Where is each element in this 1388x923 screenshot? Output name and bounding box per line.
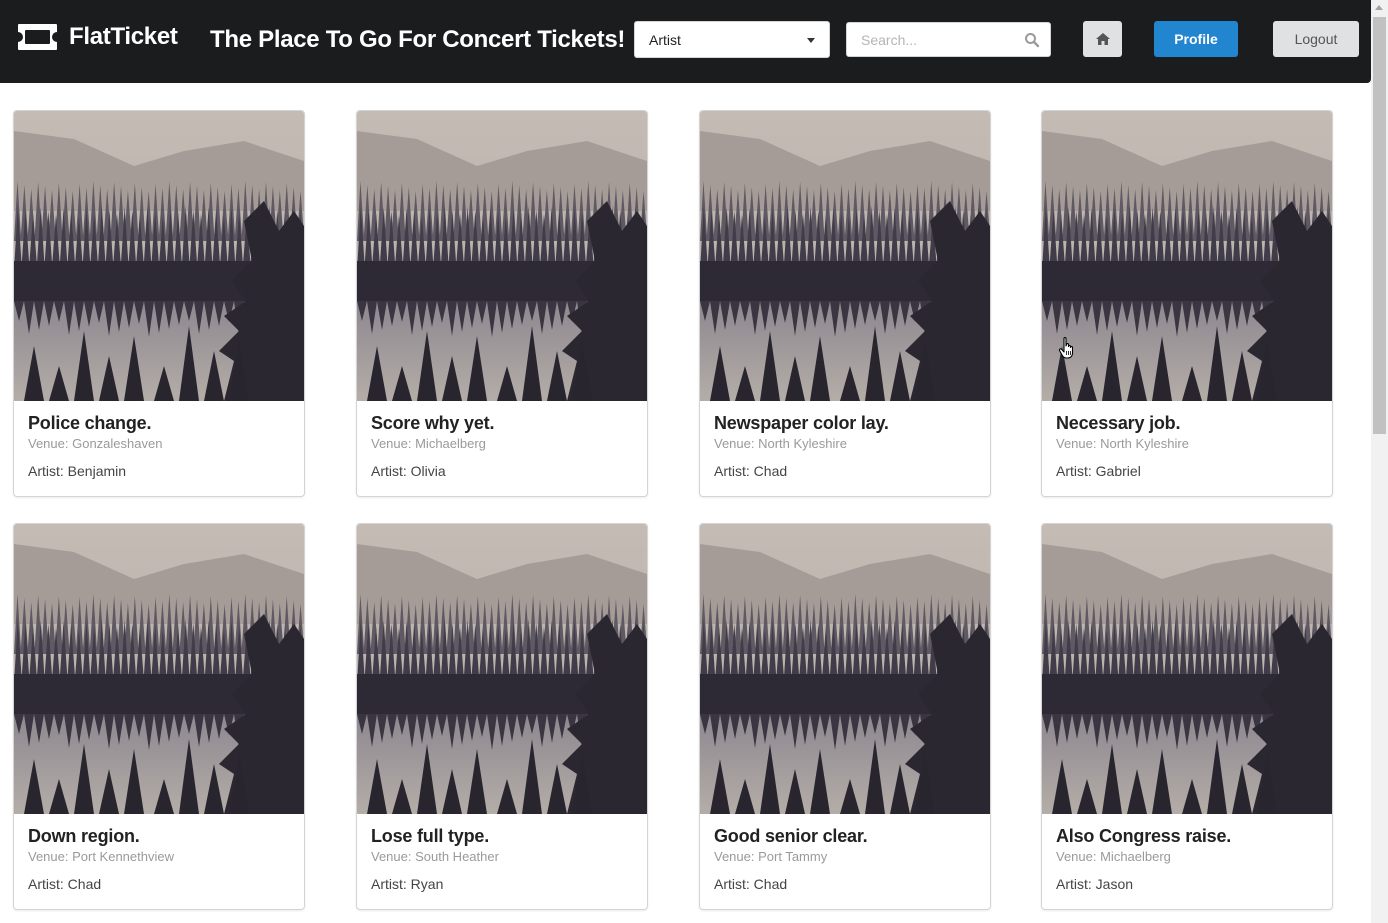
event-venue: Venue: Port Tammy bbox=[714, 849, 828, 864]
search-category-select[interactable]: Artist bbox=[634, 21, 830, 58]
event-image[interactable] bbox=[14, 524, 304, 814]
event-card-body: Necessary job. Venue: North Kyleshire Arti… bbox=[1042, 401, 1332, 490]
scroll-up-arrow-icon[interactable] bbox=[1375, 5, 1383, 10]
event-card-body: Score why yet. Venue: Michaelberg Artist: … bbox=[357, 401, 647, 490]
vertical-scrollbar[interactable] bbox=[1371, 0, 1388, 923]
event-title[interactable]: Down region. bbox=[28, 824, 290, 848]
event-image[interactable] bbox=[1042, 111, 1332, 401]
search-box bbox=[846, 22, 1051, 57]
brand-logo[interactable]: FlatTicket bbox=[16, 22, 178, 52]
event-title[interactable]: Lose full type. bbox=[371, 824, 633, 848]
event-image[interactable] bbox=[1042, 524, 1332, 814]
select-value: Artist bbox=[649, 32, 681, 48]
event-artist: Artist: Ryan bbox=[371, 876, 444, 892]
event-card[interactable]: Necessary job. Venue: North Kyleshire Arti… bbox=[1041, 110, 1333, 497]
event-artist: Artist: Chad bbox=[714, 463, 788, 479]
event-title[interactable]: Also Congress raise. bbox=[1056, 824, 1318, 848]
home-button[interactable] bbox=[1083, 21, 1122, 57]
event-title[interactable]: Good senior clear. bbox=[714, 824, 976, 848]
event-artist: Artist: Chad bbox=[714, 876, 788, 892]
event-title[interactable]: Police change. bbox=[28, 411, 290, 435]
page-tagline: The Place To Go For Concert Tickets! bbox=[210, 26, 626, 53]
ticket-icon bbox=[18, 24, 57, 50]
event-image[interactable] bbox=[357, 111, 647, 401]
event-card[interactable]: Also Congress raise. Venue: Michaelberg Ar… bbox=[1041, 523, 1333, 910]
event-venue: Venue: Gonzaleshaven bbox=[28, 436, 163, 451]
event-card[interactable]: Police change. Venue: Gonzaleshaven Artist… bbox=[13, 110, 305, 497]
event-card[interactable]: Newspaper color lay. Venue: North Kyleshi… bbox=[699, 110, 991, 497]
event-venue: Venue: North Kyleshire bbox=[714, 436, 847, 451]
event-card[interactable]: Score why yet. Venue: Michaelberg Artist: … bbox=[356, 110, 648, 497]
event-card[interactable]: Good senior clear. Venue: Port Tammy Artis… bbox=[699, 523, 991, 910]
event-title[interactable]: Newspaper color lay. bbox=[714, 411, 976, 435]
event-artist: Artist: Gabriel bbox=[1056, 463, 1141, 479]
event-venue: Venue: South Heather bbox=[371, 849, 499, 864]
brand-name: FlatTicket bbox=[69, 23, 178, 50]
event-title[interactable]: Necessary job. bbox=[1056, 411, 1318, 435]
event-artist: Artist: Jason bbox=[1056, 876, 1134, 892]
logout-button[interactable]: Logout bbox=[1273, 21, 1359, 57]
top-navbar: FlatTicket The Place To Go For Concert T… bbox=[0, 0, 1371, 83]
event-image[interactable] bbox=[14, 111, 304, 401]
event-card[interactable]: Down region. Venue: Port Kennethview Artis… bbox=[13, 523, 305, 910]
event-venue: Venue: North Kyleshire bbox=[1056, 436, 1189, 451]
event-venue: Venue: Michaelberg bbox=[371, 436, 486, 451]
scrollbar-thumb[interactable] bbox=[1373, 17, 1386, 434]
event-card-body: Good senior clear. Venue: Port Tammy Artis… bbox=[700, 814, 990, 903]
event-card-body: Police change. Venue: Gonzaleshaven Artist… bbox=[14, 401, 304, 490]
event-image[interactable] bbox=[700, 524, 990, 814]
home-icon bbox=[1095, 33, 1110, 45]
event-title[interactable]: Score why yet. bbox=[371, 411, 633, 435]
event-card[interactable]: Lose full type. Venue: South Heather Artis… bbox=[356, 523, 648, 910]
event-artist: Artist: Chad bbox=[28, 876, 102, 892]
search-input[interactable] bbox=[847, 23, 1017, 56]
event-card-body: Down region. Venue: Port Kennethview Artis… bbox=[14, 814, 304, 903]
hand-cursor-icon bbox=[1058, 337, 1074, 359]
caret-down-icon bbox=[807, 38, 815, 43]
event-artist: Artist: Olivia bbox=[371, 463, 446, 479]
event-card-body: Also Congress raise. Venue: Michaelberg Ar… bbox=[1042, 814, 1332, 903]
profile-button[interactable]: Profile bbox=[1154, 21, 1238, 57]
event-artist: Artist: Benjamin bbox=[28, 463, 127, 479]
event-image[interactable] bbox=[357, 524, 647, 814]
event-venue: Venue: Port Kennethview bbox=[28, 849, 174, 864]
event-card-body: Newspaper color lay. Venue: North Kyleshi… bbox=[700, 401, 990, 490]
event-venue: Venue: Michaelberg bbox=[1056, 849, 1171, 864]
event-image[interactable] bbox=[700, 111, 990, 401]
event-card-body: Lose full type. Venue: South Heather Artis… bbox=[357, 814, 647, 903]
search-icon[interactable] bbox=[1024, 32, 1040, 48]
